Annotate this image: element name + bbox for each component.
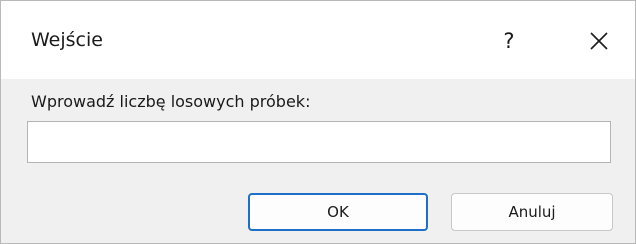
help-button[interactable]: ? [489, 23, 529, 59]
ok-button[interactable]: OK [248, 193, 428, 231]
sample-count-input[interactable] [27, 121, 611, 163]
close-icon [590, 32, 608, 50]
prompt-label: Wprowadź liczbę losowych próbek: [31, 92, 311, 111]
input-dialog: Wejście ? Wprowadź liczbę losowych próbe… [0, 0, 636, 244]
cancel-button[interactable]: Anuluj [451, 193, 613, 231]
dialog-titlebar: Wejście ? [1, 1, 635, 79]
dialog-title: Wejście [31, 29, 103, 51]
close-button[interactable] [579, 23, 619, 59]
